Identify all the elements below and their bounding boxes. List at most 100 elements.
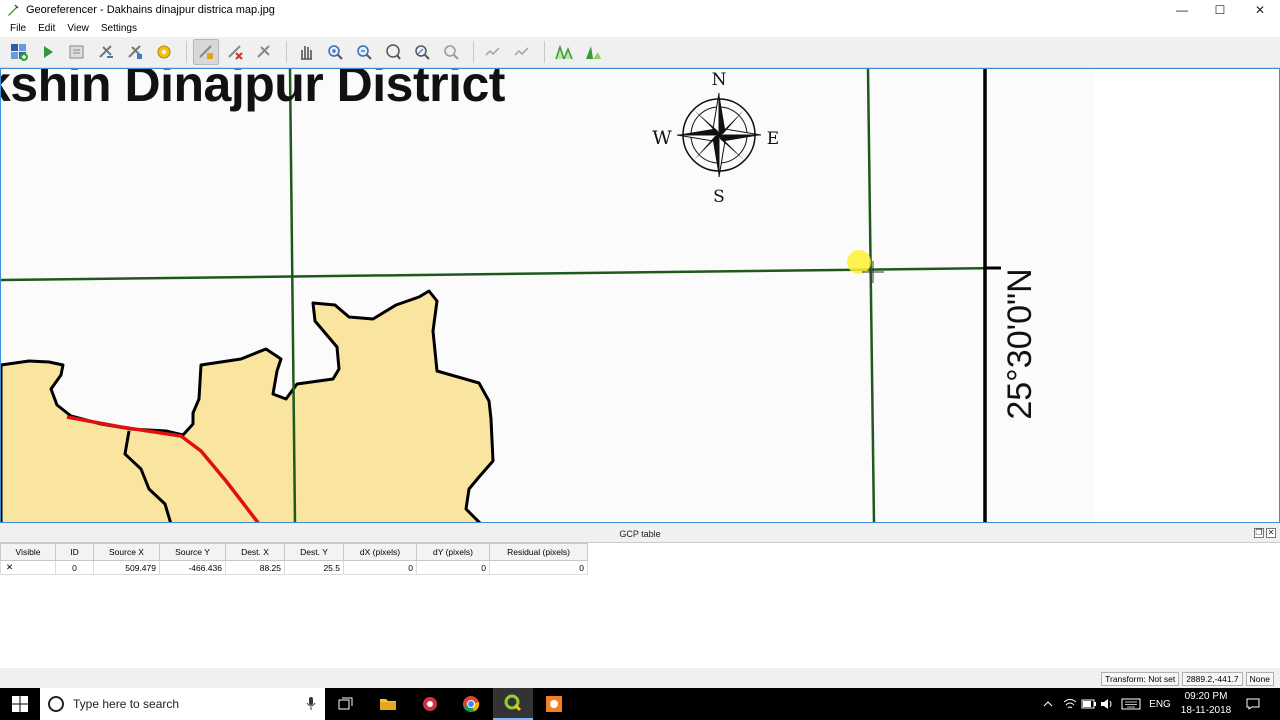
add-point-icon bbox=[199, 45, 213, 59]
visible-checkbox[interactable]: ✕ bbox=[0, 560, 56, 575]
start-button[interactable] bbox=[0, 688, 40, 720]
column-header-dx[interactable]: dX (pixels) bbox=[343, 543, 417, 561]
cursor-highlight bbox=[847, 250, 871, 274]
cell-dy: 0 bbox=[416, 560, 490, 575]
folder-icon bbox=[380, 699, 396, 710]
task-view-button[interactable] bbox=[326, 688, 366, 720]
show-hidden-icons-button[interactable] bbox=[1040, 688, 1056, 720]
minimize-button[interactable]: — bbox=[1162, 0, 1202, 20]
local-histogram-stretch-icon bbox=[586, 46, 601, 59]
full-histogram-stretch-button[interactable] bbox=[551, 39, 577, 65]
cell-source-x[interactable]: 509.479 bbox=[93, 560, 160, 575]
battery-tray-button[interactable] bbox=[1080, 688, 1098, 720]
load-gcp-button[interactable] bbox=[93, 39, 119, 65]
maximize-button[interactable]: ☐ bbox=[1200, 0, 1240, 20]
microphone-icon[interactable] bbox=[306, 697, 316, 711]
recorder-taskbar-button[interactable] bbox=[534, 688, 574, 720]
menu-settings[interactable]: Settings bbox=[95, 23, 143, 34]
qgis-taskbar-button[interactable] bbox=[493, 688, 533, 720]
column-header-dest-x[interactable]: Dest. X bbox=[225, 543, 285, 561]
scanned-map-image: N S E W bbox=[1, 69, 1279, 522]
save-gcp-button[interactable] bbox=[122, 39, 148, 65]
column-header-visible[interactable]: Visible bbox=[0, 543, 56, 561]
column-header-source-y[interactable]: Source Y bbox=[159, 543, 226, 561]
add-point-button[interactable] bbox=[193, 39, 219, 65]
zoom-to-layer-icon bbox=[386, 44, 401, 60]
georeferencer-toolbar bbox=[0, 37, 1280, 68]
toolbar-separator bbox=[544, 41, 545, 63]
full-histogram-stretch-icon bbox=[555, 44, 573, 60]
cell-source-y[interactable]: -466.436 bbox=[159, 560, 226, 575]
float-panel-icon[interactable]: ❐ bbox=[1254, 528, 1264, 538]
delete-point-icon bbox=[228, 45, 243, 60]
toolbar-separator bbox=[186, 41, 187, 63]
link-qgis-icon bbox=[514, 47, 529, 56]
grid-line-vertical bbox=[866, 69, 876, 522]
action-center-button[interactable] bbox=[1243, 688, 1263, 720]
georeferencer-map-canvas[interactable]: N S E W kshin Dinajpur District 25°30'0"… bbox=[0, 68, 1280, 523]
gcp-table-area: Visible ID Source X Source Y Dest. X Des… bbox=[0, 542, 1280, 668]
chrome-button[interactable] bbox=[451, 688, 491, 720]
column-header-id[interactable]: ID bbox=[55, 543, 94, 561]
gcp-table-header-row: Visible ID Source X Source Y Dest. X Des… bbox=[0, 543, 588, 561]
table-row[interactable]: ✕ 0 509.479 -466.436 88.25 25.5 0 0 0 bbox=[0, 560, 588, 575]
taskbar-search-box[interactable]: Type here to search bbox=[40, 688, 325, 720]
open-raster-icon bbox=[11, 44, 28, 61]
gcp-panel-header: GCP table ❐ ✕ bbox=[0, 526, 1280, 542]
link-georeferencer-icon bbox=[485, 47, 500, 56]
qgis-icon bbox=[504, 694, 522, 712]
gcp-table: Visible ID Source X Source Y Dest. X Des… bbox=[0, 543, 588, 575]
app-button[interactable] bbox=[410, 688, 450, 720]
menu-view[interactable]: View bbox=[61, 23, 95, 34]
column-header-dest-y[interactable]: Dest. Y bbox=[284, 543, 344, 561]
compass-south-label: S bbox=[713, 187, 725, 207]
close-window-button[interactable]: ✕ bbox=[1240, 0, 1280, 20]
taskbar-clock[interactable]: 09:20 PM 18-11-2018 bbox=[1178, 690, 1234, 718]
start-georeferencing-button[interactable] bbox=[35, 39, 61, 65]
cortana-icon bbox=[48, 696, 64, 712]
map-title-text: kshin Dinajpur District bbox=[0, 68, 505, 112]
link-georeferencer-button[interactable] bbox=[480, 39, 506, 65]
touch-keyboard-button[interactable] bbox=[1120, 688, 1142, 720]
zoom-to-layer-button[interactable] bbox=[380, 39, 406, 65]
delete-point-button[interactable] bbox=[222, 39, 248, 65]
transformation-settings-button[interactable] bbox=[151, 39, 177, 65]
title-bar: Georeferencer - Dakhains dinajpur distri… bbox=[0, 0, 1280, 20]
zoom-out-button[interactable] bbox=[351, 39, 377, 65]
start-georeferencing-icon bbox=[44, 46, 53, 58]
cell-residual: 0 bbox=[489, 560, 588, 575]
open-raster-button[interactable] bbox=[6, 39, 32, 65]
windows-logo-icon bbox=[12, 696, 28, 712]
close-panel-icon[interactable]: ✕ bbox=[1266, 528, 1276, 538]
language-indicator[interactable]: ENG bbox=[1146, 688, 1174, 720]
cell-dest-x[interactable]: 88.25 bbox=[225, 560, 285, 575]
move-gcp-button[interactable] bbox=[251, 39, 277, 65]
gcp-panel-title: GCP table bbox=[619, 529, 661, 539]
compass-rose-icon bbox=[676, 92, 762, 178]
zoom-last-button[interactable] bbox=[409, 39, 435, 65]
file-explorer-button[interactable] bbox=[368, 688, 408, 720]
windows-taskbar: Type here to search ENG 09:20 PM 18-11-2… bbox=[0, 688, 1280, 720]
cell-dx: 0 bbox=[343, 560, 417, 575]
load-gcp-icon bbox=[99, 45, 113, 58]
clock-time: 09:20 PM bbox=[1184, 691, 1228, 702]
volume-tray-button[interactable] bbox=[1099, 688, 1115, 720]
compass-east-label: E bbox=[767, 129, 779, 149]
zoom-in-button[interactable] bbox=[322, 39, 348, 65]
menu-edit[interactable]: Edit bbox=[32, 23, 61, 34]
zoom-next-button[interactable] bbox=[438, 39, 464, 65]
cell-dest-y[interactable]: 25.5 bbox=[284, 560, 344, 575]
generate-gdal-script-button[interactable] bbox=[64, 39, 90, 65]
link-qgis-button[interactable] bbox=[509, 39, 535, 65]
local-histogram-stretch-button[interactable] bbox=[580, 39, 606, 65]
menu-file[interactable]: File bbox=[4, 23, 32, 34]
column-header-residual[interactable]: Residual (pixels) bbox=[489, 543, 588, 561]
column-header-source-x[interactable]: Source X bbox=[93, 543, 160, 561]
generate-gdal-script-icon bbox=[69, 45, 84, 59]
column-header-dy[interactable]: dY (pixels) bbox=[416, 543, 490, 561]
save-gcp-icon bbox=[128, 45, 142, 59]
menu-bar: File Edit View Settings bbox=[0, 20, 1280, 37]
pan-button[interactable] bbox=[293, 39, 319, 65]
network-tray-button[interactable] bbox=[1061, 688, 1079, 720]
district-polygon bbox=[1, 289, 495, 522]
